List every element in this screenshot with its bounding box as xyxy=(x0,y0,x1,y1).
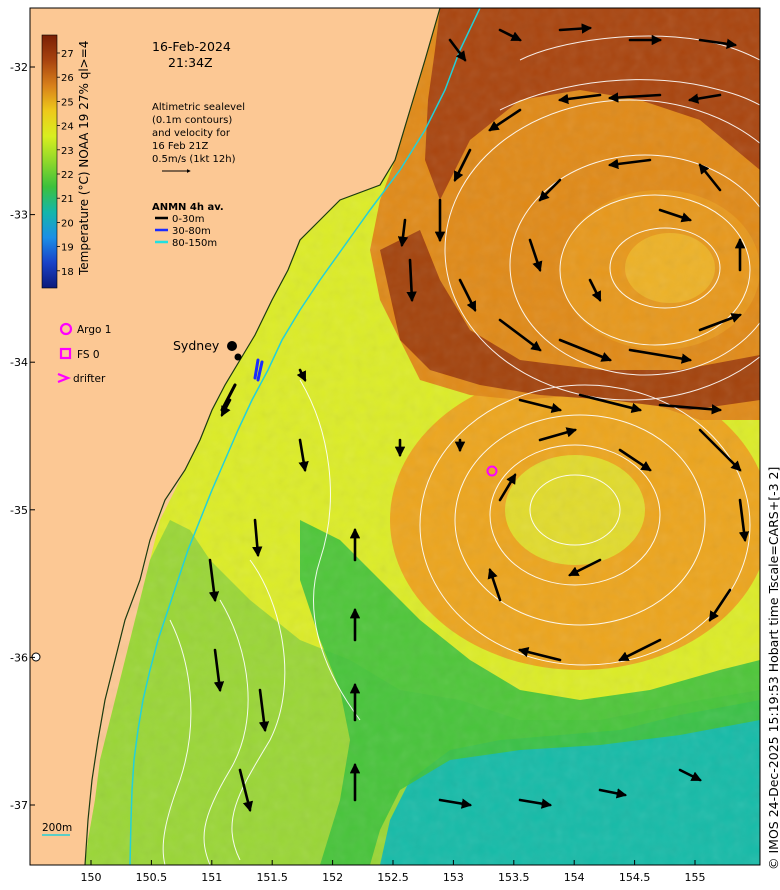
lon-tick-label: 150.5 xyxy=(136,871,168,884)
drifter-legend-label: drifter xyxy=(73,373,106,385)
lon-tick-label: 154.5 xyxy=(619,871,651,884)
notes-line-3: 16 Feb 21Z xyxy=(152,141,209,152)
lat-tick-label: -37 xyxy=(10,799,28,812)
lon-tick-label: 153.5 xyxy=(498,871,530,884)
anmn-label-1: 30-80m xyxy=(172,226,211,237)
colorbar-tick-label: 20 xyxy=(61,218,74,229)
lon-tick-label: 151 xyxy=(201,871,222,884)
lon-tick-label: 153 xyxy=(443,871,464,884)
credit-text: © IMOS 24-Dec-2025 15:19:53 Hobart time … xyxy=(766,467,780,870)
colorbar-tick-label: 19 xyxy=(61,243,74,254)
lon-tick-label: 151.5 xyxy=(256,871,288,884)
notes-line-0: Altimetric sealevel xyxy=(152,102,245,113)
lon-tick-label: 155 xyxy=(685,871,706,884)
lat-tick-label: -35 xyxy=(10,504,28,517)
colorbar-tick-label: 18 xyxy=(61,267,74,278)
lat-tick-label: -32 xyxy=(10,61,28,74)
anmn-label-2: 80-150m xyxy=(172,238,217,249)
colorbar-tick-label: 25 xyxy=(61,97,74,108)
argo-legend-label: Argo 1 xyxy=(77,324,111,336)
colorbar-tick-label: 21 xyxy=(61,194,74,205)
lat-tick-label: -34 xyxy=(10,356,28,369)
lon-tick-label: 150 xyxy=(81,871,102,884)
lon-tick-label: 154 xyxy=(564,871,585,884)
colorbar-tick-label: 22 xyxy=(61,170,74,181)
anmn-label-0: 0-30m xyxy=(172,214,204,225)
colorbar-tick-label: 23 xyxy=(61,146,74,157)
colorbar-tick-label: 27 xyxy=(61,49,74,60)
lon-tick-label: 152 xyxy=(322,871,343,884)
anmn-title: ANMN 4h av. xyxy=(152,202,224,213)
colorbar-bar xyxy=(41,34,58,289)
notes-line-1: (0.1m contours) xyxy=(152,115,232,126)
mooring-marker xyxy=(234,353,242,361)
depth-scale-label: 200m xyxy=(42,822,72,834)
map-date: 16-Feb-2024 xyxy=(152,39,231,54)
lat-tick-label: -33 xyxy=(10,209,28,222)
sydney-marker xyxy=(227,341,237,351)
map-time: 21:34Z xyxy=(168,55,213,70)
colorbar-tick-label: 24 xyxy=(61,122,74,133)
sydney-label: Sydney xyxy=(173,338,220,353)
sst-map-figure: Sydney 16-Feb-2024 21:34Z Altimetric sea… xyxy=(10,7,780,884)
lat-tick-label: -36 xyxy=(10,651,28,664)
lon-tick-label: 152.5 xyxy=(377,871,409,884)
colorbar-title: Temperature (°C) NOAA 19 27% ql>=4 xyxy=(77,41,91,276)
map-area[interactable]: Sydney 16-Feb-2024 21:34Z Altimetric sea… xyxy=(30,8,780,865)
notes-line-2: and velocity for xyxy=(152,128,231,139)
fs-legend-label: FS 0 xyxy=(77,349,100,361)
colorbar-tick-label: 26 xyxy=(61,73,74,84)
notes-line-4: 0.5m/s (1kt 12h) xyxy=(152,154,236,165)
depth-scale: 200m xyxy=(42,822,72,836)
